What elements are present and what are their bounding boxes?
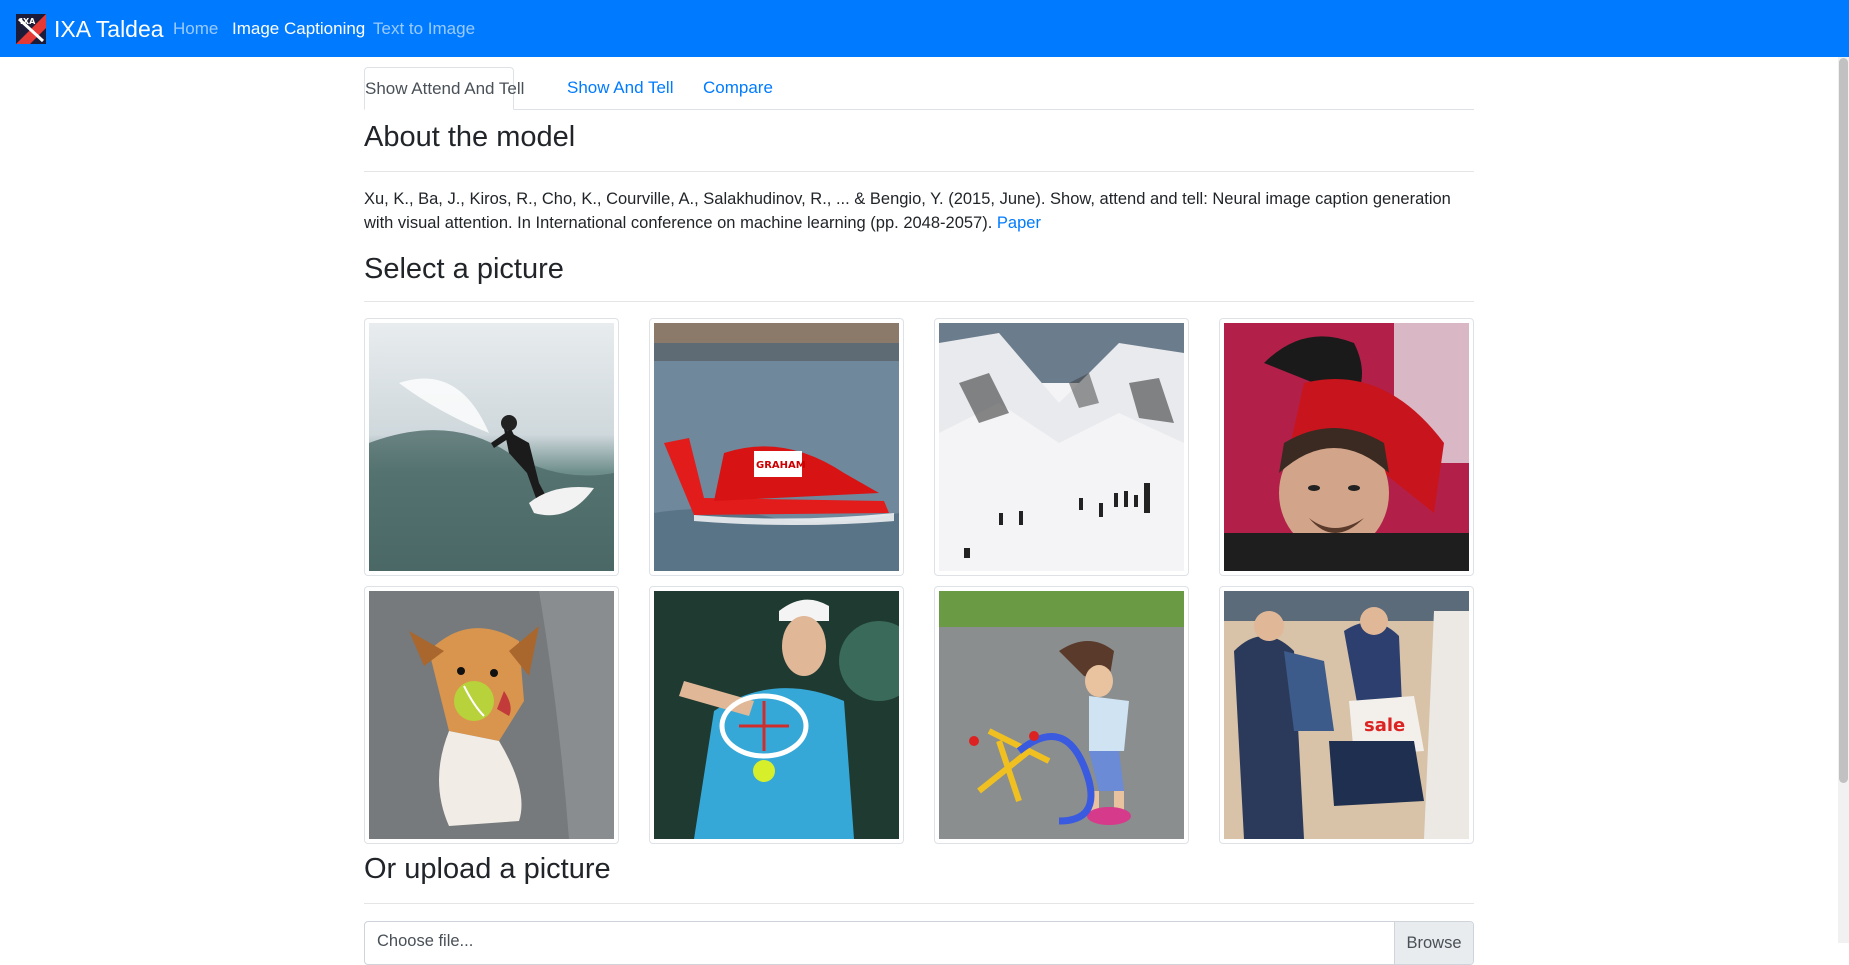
tennis-player-thumbnail[interactable] (649, 586, 904, 844)
brand[interactable]: IXA IXA Taldea (16, 14, 164, 44)
about-heading: About the model (364, 121, 576, 153)
dog-with-ball-thumbnail[interactable] (364, 586, 619, 844)
divider (364, 903, 1474, 904)
sale-bag-lettering: sale (1364, 715, 1405, 736)
tab-show-attend-and-tell[interactable]: Show Attend And Tell (364, 67, 524, 110)
logo-lettering: IXA (20, 17, 36, 26)
kid-stomp-rocket-image (939, 591, 1184, 839)
kid-stomp-rocket-thumbnail[interactable] (934, 586, 1189, 844)
paper-link[interactable]: Paper (997, 214, 1041, 232)
tennis-player-image (654, 591, 899, 839)
select-picture-heading: Select a picture (364, 253, 564, 285)
divider (364, 171, 1474, 172)
surfer-image (369, 323, 614, 571)
browse-button[interactable]: Browse (1394, 922, 1473, 964)
brand-name[interactable]: IXA Taldea (54, 16, 164, 43)
file-upload-input[interactable]: Choose file... Browse (364, 921, 1474, 965)
man-carrying-child-thumbnail[interactable] (1219, 318, 1474, 576)
scrollbar-thumb[interactable] (1839, 58, 1848, 783)
man-carrying-child-image (1224, 323, 1469, 571)
boat-lettering: GRAHAM (756, 460, 806, 471)
crowd-street-image: sale (1224, 591, 1469, 839)
citation-text: Xu, K., Ba, J., Kiros, R., Cho, K., Cour… (364, 187, 1474, 235)
tab-show-and-tell[interactable]: Show And Tell (567, 67, 673, 109)
snowy-mountain-image (939, 323, 1184, 571)
tab-compare[interactable]: Compare (703, 67, 773, 109)
crowd-street-thumbnail[interactable]: sale (1219, 586, 1474, 844)
top-navbar: IXA IXA Taldea Home Image Captioning Tex… (0, 0, 1849, 57)
nav-link-image-captioning[interactable]: Image Captioning (232, 19, 365, 39)
file-input-placeholder: Choose file... (377, 932, 474, 950)
dog-with-ball-image (369, 591, 614, 839)
surfer-thumbnail[interactable] (364, 318, 619, 576)
snowy-mountain-thumbnail[interactable] (934, 318, 1189, 576)
nav-link-text-to-image[interactable]: Text to Image (373, 19, 475, 39)
nav-link-home[interactable]: Home (173, 19, 218, 39)
racing-boat-image: GRAHAM (654, 323, 899, 571)
ixa-logo-icon: IXA (16, 14, 46, 44)
upload-heading: Or upload a picture (364, 853, 611, 885)
racing-boat-thumbnail[interactable]: GRAHAM (649, 318, 904, 576)
model-tabs: Show Attend And Tell Show And Tell Compa… (364, 67, 1474, 110)
citation-body: Xu, K., Ba, J., Kiros, R., Cho, K., Cour… (364, 190, 1451, 232)
divider (364, 301, 1474, 302)
